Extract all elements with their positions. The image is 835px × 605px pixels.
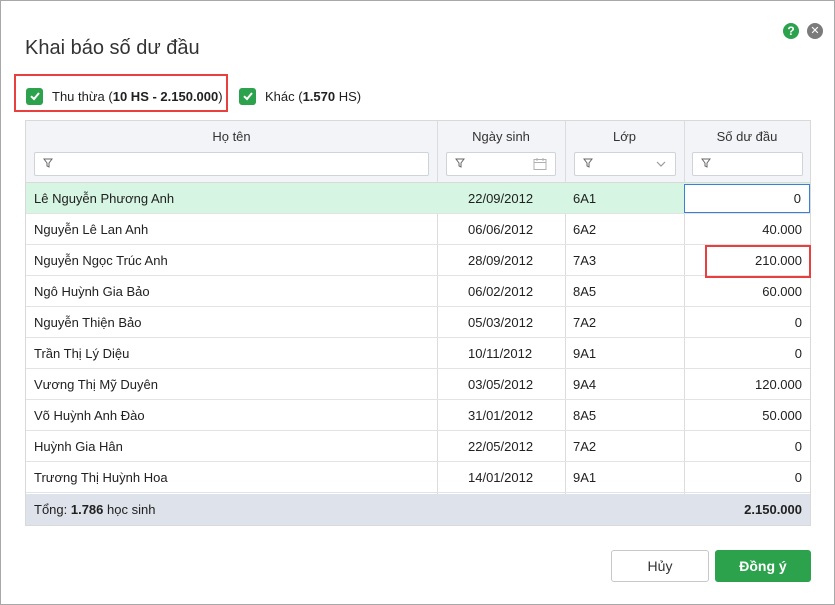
cell-class: 7A2 — [573, 439, 597, 454]
filter-icon — [701, 158, 711, 168]
cell-name: Trương Thị Huỳnh Hoa — [34, 470, 168, 485]
cell-name: Nguyễn Ngọc Trúc Anh — [34, 253, 168, 268]
table-row[interactable]: Ngô Huỳnh Gia Bảo 06/02/2012 8A5 60.000 — [26, 276, 810, 307]
header-name[interactable]: Họ tên — [26, 129, 437, 144]
close-icon[interactable]: ✕ — [807, 23, 823, 39]
header-class[interactable]: Lớp — [565, 129, 684, 144]
cell-name: Ngô Huỳnh Gia Bảo — [34, 284, 150, 299]
table-row[interactable]: Vương Thị Mỹ Duyên 03/05/2012 9A4 120.000 — [26, 369, 810, 400]
filter-icon — [455, 158, 465, 168]
footer-total-count: Tổng: 1.786 học sinh — [34, 502, 156, 517]
cell-class: 6A1 — [573, 191, 597, 206]
cell-dob: 22/05/2012 — [468, 439, 534, 454]
cell-class: 7A3 — [573, 253, 597, 268]
cell-dob: 14/01/2012 — [468, 470, 534, 485]
cell-name: Trần Thị Lý Diệu — [34, 346, 130, 361]
cell-dob: 05/03/2012 — [468, 315, 534, 330]
cell-dob: 31/01/2012 — [468, 408, 534, 423]
cell-balance[interactable]: 0 — [684, 462, 802, 493]
filter-class-select[interactable] — [574, 152, 676, 176]
cell-balance[interactable]: 40.000 — [684, 214, 802, 245]
option-overpaid-label: Thu thừa (10 HS - 2.150.000) — [52, 88, 223, 104]
cell-dob: 06/06/2012 — [468, 222, 534, 237]
chevron-down-icon[interactable] — [656, 159, 666, 169]
table-row[interactable]: Nguyễn Lê Lan Anh 06/06/2012 6A2 40.000 — [26, 214, 810, 245]
cell-balance[interactable]: 0 — [684, 307, 802, 338]
table-row[interactable]: Trần Thị Lý Diệu 10/11/2012 9A1 0 — [26, 338, 810, 369]
cancel-button[interactable]: Hủy — [611, 550, 709, 582]
cell-class: 8A5 — [573, 408, 597, 423]
cell-class: 9A4 — [573, 377, 597, 392]
filter-dob-input[interactable] — [446, 152, 556, 176]
cell-dob: 03/05/2012 — [468, 377, 534, 392]
opening-balance-dialog: Khai báo số dư đầu ? ✕ Thu thừa (10 HS -… — [0, 0, 835, 605]
filter-name-input[interactable] — [34, 152, 429, 176]
cell-name: Võ Huỳnh Anh Đào — [34, 408, 145, 423]
cell-name: Nguyễn Lê Lan Anh — [34, 222, 149, 237]
calendar-icon[interactable] — [533, 157, 547, 171]
balance-highlight-box — [705, 245, 811, 278]
cell-name: Nguyễn Thiện Bảo — [34, 315, 142, 330]
checkbox-other[interactable] — [239, 87, 256, 105]
table-row[interactable]: Nguyễn Ngọc Trúc Anh 28/09/2012 7A3 210.000 — [26, 245, 810, 276]
cell-balance[interactable]: 0 — [684, 431, 802, 462]
checkbox-overpaid[interactable] — [26, 87, 43, 105]
cell-name: Lê Nguyễn Phương Anh — [34, 191, 175, 206]
filter-icon — [43, 158, 53, 168]
table-row[interactable]: Lê Nguyễn Phương Anh 22/09/2012 6A1 0 — [26, 183, 810, 214]
cell-class: 9A1 — [573, 470, 597, 485]
table-row[interactable]: Huỳnh Gia Hân 22/05/2012 7A2 0 — [26, 431, 810, 462]
cell-dob: 22/09/2012 — [468, 191, 534, 206]
filter-balance-input[interactable] — [692, 152, 803, 176]
check-icon — [29, 92, 40, 101]
cell-dob: 10/11/2012 — [468, 346, 533, 361]
table-row[interactable]: Trương Thị Huỳnh Hoa 14/01/2012 9A1 0 — [26, 462, 810, 493]
option-other-label: Khác (1.570 HS) — [265, 88, 362, 104]
grid-header: Họ tên Ngày sinh Lớp Số dư đầu — [26, 121, 810, 183]
cell-class: 6A2 — [573, 222, 597, 237]
cell-balance[interactable]: 60.000 — [684, 276, 802, 307]
dialog-title: Khai báo số dư đầu — [25, 37, 200, 59]
filter-icon — [583, 158, 593, 168]
grid-footer: Tổng: 1.786 học sinh 2.150.000 — [26, 494, 810, 525]
option-other[interactable]: Khác (1.570 HS) — [239, 86, 361, 106]
cell-name: Huỳnh Gia Hân — [34, 439, 123, 454]
cell-name: Vương Thị Mỹ Duyên — [34, 377, 158, 392]
check-icon — [242, 92, 253, 101]
cell-class: 9A1 — [573, 346, 597, 361]
option-overpaid[interactable]: Thu thừa (10 HS - 2.150.000) — [26, 86, 223, 106]
cell-balance[interactable]: 0 — [684, 338, 802, 369]
cell-balance[interactable]: 50.000 — [684, 400, 802, 431]
cell-dob: 28/09/2012 — [468, 253, 534, 268]
balance-edit-input[interactable]: 0 — [684, 184, 810, 213]
cell-class: 7A2 — [573, 315, 597, 330]
cell-dob: 06/02/2012 — [468, 284, 534, 299]
header-dob[interactable]: Ngày sinh — [437, 129, 565, 144]
student-balance-grid: Họ tên Ngày sinh Lớp Số dư đầu Lê Nguyễn — [25, 120, 811, 526]
header-balance[interactable]: Số dư đầu — [684, 129, 810, 144]
footer-total-balance: 2.150.000 — [744, 502, 802, 517]
table-row[interactable]: Nguyễn Thiện Bảo 05/03/2012 7A2 0 — [26, 307, 810, 338]
confirm-button[interactable]: Đồng ý — [715, 550, 811, 582]
cell-balance[interactable]: 120.000 — [684, 369, 802, 400]
table-row[interactable]: Võ Huỳnh Anh Đào 31/01/2012 8A5 50.000 — [26, 400, 810, 431]
help-icon[interactable]: ? — [783, 23, 799, 39]
cell-class: 8A5 — [573, 284, 597, 299]
